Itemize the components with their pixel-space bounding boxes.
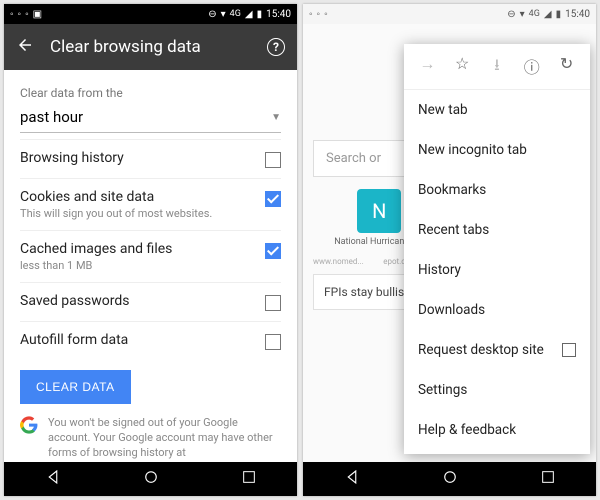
page-title: Clear browsing data	[50, 37, 201, 57]
info-icon[interactable]: ⓘ	[522, 54, 542, 81]
nav-bar	[4, 462, 297, 496]
forward-icon[interactable]: →	[417, 54, 437, 81]
back-icon[interactable]	[16, 36, 34, 58]
location-icon: ◦	[309, 9, 313, 20]
nav-bar	[303, 462, 596, 496]
download-icon[interactable]: ⭳	[487, 54, 507, 81]
option-title: Autofill form data	[20, 332, 265, 348]
google-note-text: You won't be signed out of your Google a…	[48, 416, 281, 461]
menu-desktop-site[interactable]: Request desktop site	[404, 330, 590, 370]
signal-icon: ◢	[245, 9, 253, 20]
option-subtitle: This will sign you out of most websites.	[20, 207, 265, 220]
battery-icon: ▮	[556, 9, 562, 20]
checkbox[interactable]	[265, 243, 281, 259]
help-icon[interactable]: ?	[267, 38, 285, 56]
option-title: Browsing history	[20, 150, 265, 166]
nav-recent-icon[interactable]	[241, 469, 257, 489]
star-icon[interactable]: ☆	[452, 54, 472, 81]
phone-right: ◦ ◦ ◦ ⊖ ▾ 4G ◢ ▮ 15:40 Search or N Natio…	[303, 4, 596, 496]
location-icon: ◦	[10, 9, 14, 20]
bulb-icon: ◦	[18, 9, 22, 20]
wifi-icon: ▾	[221, 9, 226, 20]
network-label: 4G	[529, 9, 540, 19]
google-account-note: You won't be signed out of your Google a…	[4, 416, 297, 461]
option-title: Cookies and site data	[20, 189, 265, 205]
battery-icon: ▮	[257, 9, 263, 20]
wifi-icon: ▾	[520, 9, 525, 20]
signal-icon: ◢	[544, 9, 552, 20]
menu-bookmarks[interactable]: Bookmarks	[404, 170, 590, 210]
clock: 15:40	[565, 9, 590, 20]
menu-history[interactable]: History	[404, 250, 590, 290]
image-icon: ▣	[33, 9, 42, 20]
chevron-down-icon: ▼	[271, 112, 281, 123]
location-icon: ◦	[324, 9, 328, 20]
checkbox[interactable]	[265, 334, 281, 350]
dnd-icon: ⊖	[208, 9, 216, 20]
checkbox[interactable]	[562, 343, 576, 357]
location-icon: ◦	[25, 9, 29, 20]
menu-settings[interactable]: Settings	[404, 370, 590, 410]
status-bar: ◦ ◦ ◦ ⊖ ▾ 4G ◢ ▮ 15:40	[303, 4, 596, 24]
clear-data-screen: Clear browsing data ? Clear data from th…	[4, 24, 297, 462]
option-cookies[interactable]: Cookies and site data This will sign you…	[20, 178, 281, 230]
nav-back-icon[interactable]	[44, 468, 62, 490]
refresh-icon[interactable]: ↻	[557, 54, 577, 81]
nav-home-icon[interactable]	[142, 468, 160, 490]
clear-data-button[interactable]: CLEAR DATA	[20, 370, 131, 404]
time-range-dropdown[interactable]: past hour ▼	[20, 100, 281, 133]
menu-incognito[interactable]: New incognito tab	[404, 130, 590, 170]
time-range-value: past hour	[20, 108, 83, 126]
option-title: Cached images and files	[20, 241, 265, 257]
network-label: 4G	[230, 9, 241, 19]
menu-new-tab[interactable]: New tab	[404, 90, 590, 130]
checkbox[interactable]	[265, 152, 281, 168]
tile-icon: N	[357, 189, 401, 233]
range-label: Clear data from the	[20, 86, 281, 100]
nav-back-icon[interactable]	[343, 468, 361, 490]
chrome-home-screen: Search or N National Hurricane C... DOGn…	[303, 24, 596, 462]
clock: 15:40	[266, 9, 291, 20]
option-browsing-history[interactable]: Browsing history	[20, 139, 281, 178]
nav-home-icon[interactable]	[441, 468, 459, 490]
option-subtitle: less than 1 MB	[20, 259, 265, 272]
checkbox[interactable]	[265, 191, 281, 207]
option-title: Saved passwords	[20, 293, 265, 309]
option-autofill[interactable]: Autofill form data	[20, 321, 281, 360]
app-bar: Clear browsing data ?	[4, 24, 297, 70]
bulb-icon: ◦	[317, 9, 321, 20]
status-bar: ◦ ◦ ◦ ▣ ⊖ ▾ 4G ◢ ▮ 15:40	[4, 4, 297, 24]
checkbox[interactable]	[265, 295, 281, 311]
phone-left: ◦ ◦ ◦ ▣ ⊖ ▾ 4G ◢ ▮ 15:40 Clear browsing …	[4, 4, 297, 496]
nav-recent-icon[interactable]	[540, 469, 556, 489]
menu-help[interactable]: Help & feedback	[404, 410, 590, 450]
dnd-icon: ⊖	[507, 9, 515, 20]
google-logo-icon	[20, 416, 38, 434]
menu-downloads[interactable]: Downloads	[404, 290, 590, 330]
overflow-menu: → ☆ ⭳ ⓘ ↻ New tab New incognito tab Book…	[404, 44, 590, 454]
option-cache[interactable]: Cached images and files less than 1 MB	[20, 230, 281, 282]
option-passwords[interactable]: Saved passwords	[20, 282, 281, 321]
menu-recent-tabs[interactable]: Recent tabs	[404, 210, 590, 250]
